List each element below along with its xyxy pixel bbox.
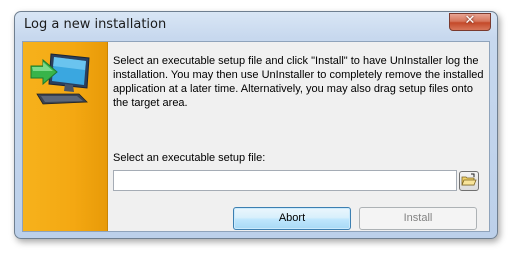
title-bar[interactable]: Log a new installation ✕ (15, 12, 497, 39)
window-title: Log a new installation (24, 17, 167, 32)
close-icon: ✕ (464, 13, 476, 28)
dialog-body: Select an executable setup file and clic… (22, 41, 490, 232)
install-computer-arrow-icon (30, 53, 90, 105)
browse-button[interactable] (459, 171, 479, 191)
setup-file-input[interactable] (113, 170, 457, 191)
side-panel (23, 42, 108, 231)
abort-button[interactable]: Abort (233, 207, 351, 230)
close-button[interactable]: ✕ (449, 13, 491, 31)
folder-open-icon (461, 173, 477, 186)
dialog-window: Log a new installation ✕ Select an execu (14, 11, 498, 239)
file-select-label: Select an executable setup file: (113, 152, 266, 164)
install-button[interactable]: Install (359, 207, 477, 230)
description-text: Select an executable setup file and clic… (113, 55, 484, 109)
